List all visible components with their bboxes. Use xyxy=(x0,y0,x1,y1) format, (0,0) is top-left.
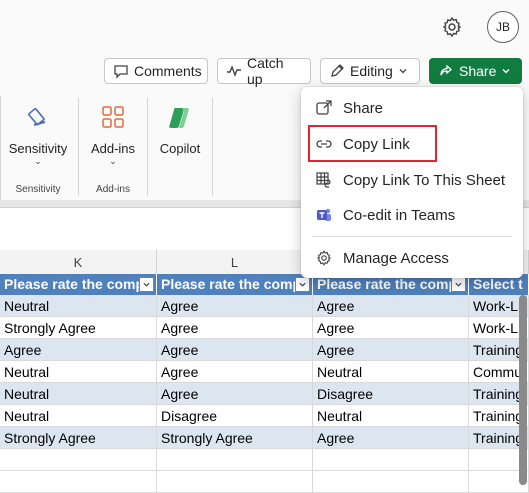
table-cell[interactable]: Agree xyxy=(157,361,313,383)
filter-dropdown-icon[interactable] xyxy=(295,277,310,292)
table-row xyxy=(0,449,529,471)
table-cell[interactable] xyxy=(313,471,469,493)
chevron-down-icon: ⌄ xyxy=(109,156,117,166)
table-header-cell[interactable]: Please rate the comp xyxy=(0,274,157,295)
table-cell[interactable]: Disagree xyxy=(157,405,313,427)
ribbon-divider xyxy=(147,98,148,196)
header-text: Please rate the comp xyxy=(317,276,458,292)
settings-gear-icon[interactable] xyxy=(440,15,464,39)
chevron-down-icon: ⌄ xyxy=(34,156,42,166)
sensitivity-group-label: Sensitivity xyxy=(15,184,61,195)
table-cell[interactable] xyxy=(157,471,313,493)
catch-up-label: Catch up xyxy=(247,55,284,87)
table-cell[interactable]: Agree xyxy=(157,339,313,361)
ribbon-divider xyxy=(212,98,213,196)
table-header-cell[interactable]: Please rate the comp xyxy=(157,274,313,295)
copy-link-highlight-box xyxy=(308,125,437,162)
table-cell[interactable]: Neutral xyxy=(0,295,157,317)
copilot-button[interactable]: Copilot xyxy=(152,104,208,156)
header-text: Please rate the comp xyxy=(161,276,302,292)
table-cell[interactable] xyxy=(0,471,157,493)
table-cell[interactable]: Agree xyxy=(157,295,313,317)
menu-item-label: Co-edit in Teams xyxy=(343,206,456,224)
data-table: Please rate the comp Please rate the com… xyxy=(0,274,529,493)
table-row: Neutral Agree Agree Work-L xyxy=(0,295,529,317)
sensitivity-icon xyxy=(28,108,46,126)
catch-up-button[interactable]: Catch up xyxy=(217,55,311,87)
share-label: Share xyxy=(459,63,497,79)
column-header-l[interactable]: L xyxy=(157,250,313,274)
table-row: Neutral Agree Disagree Training xyxy=(0,383,529,405)
chevron-down-icon xyxy=(399,69,407,74)
table-cell[interactable] xyxy=(157,449,313,471)
share-button[interactable]: Share xyxy=(429,58,522,84)
table-row: Strongly Agree Strongly Agree Agree Trai… xyxy=(0,427,529,449)
pencil-icon xyxy=(331,64,344,77)
menu-separator xyxy=(312,236,512,237)
table-cell[interactable]: Neutral xyxy=(313,405,469,427)
share-icon xyxy=(440,64,452,76)
editing-mode-button[interactable]: Editing xyxy=(320,58,420,84)
table-cell[interactable]: Agree xyxy=(313,317,469,339)
table-row xyxy=(0,471,529,493)
menu-item-label: Copy Link To This Sheet xyxy=(343,171,506,189)
copilot-label: Copilot xyxy=(159,141,201,156)
avatar[interactable]: JB xyxy=(487,11,519,43)
filter-dropdown-icon[interactable] xyxy=(139,277,154,292)
menu-item-share[interactable]: Share xyxy=(301,91,523,125)
menu-item-label: Share xyxy=(343,99,384,117)
menu-item-copy-link-to-sheet[interactable]: Copy Link To This Sheet xyxy=(301,163,523,197)
table-cell[interactable]: Neutral xyxy=(0,361,157,383)
comments-button[interactable]: Comments xyxy=(104,58,208,84)
table-cell[interactable] xyxy=(313,449,469,471)
vertical-scrollbar[interactable] xyxy=(519,295,527,485)
table-cell[interactable]: Strongly Agree xyxy=(157,427,313,449)
table-cell[interactable]: Neutral xyxy=(0,405,157,427)
header-text: Please rate the comp xyxy=(4,276,145,292)
table-row: Neutral Disagree Neutral Training xyxy=(0,405,529,427)
add-ins-group-label: Add-ins xyxy=(96,184,130,195)
pulse-icon xyxy=(227,65,241,77)
menu-item-manage-access[interactable]: Manage Access xyxy=(301,241,523,275)
menu-item-co-edit-teams[interactable]: Co-edit in Teams xyxy=(301,198,523,232)
table-row: Neutral Agree Neutral Commu xyxy=(0,361,529,383)
teams-icon xyxy=(313,206,335,224)
add-ins-icon xyxy=(102,106,124,128)
table-cell[interactable]: Strongly Agree xyxy=(0,317,157,339)
table-row: Strongly Agree Agree Agree Work-L xyxy=(0,317,529,339)
filter-dropdown-icon[interactable] xyxy=(451,277,466,292)
share-icon xyxy=(313,99,335,117)
add-ins-label: Add-ins xyxy=(90,141,136,156)
sensitivity-button[interactable]: Sensitivity ⌄ xyxy=(2,104,74,167)
table-cell[interactable]: Agree xyxy=(313,427,469,449)
comment-icon xyxy=(114,65,128,79)
share-menu: Share Copy Link Copy Link To This Sheet … xyxy=(301,87,523,278)
column-header-k[interactable]: K xyxy=(0,250,157,274)
ribbon-divider xyxy=(0,96,1,200)
table-cell[interactable]: Neutral xyxy=(313,361,469,383)
ribbon-divider xyxy=(78,98,79,196)
sheet-link-icon xyxy=(313,171,335,189)
table-cell[interactable]: Agree xyxy=(157,317,313,339)
sensitivity-label: Sensitivity xyxy=(8,141,68,156)
table-cell[interactable]: Agree xyxy=(313,339,469,361)
menu-item-label: Manage Access xyxy=(343,249,449,267)
table-row: Agree Agree Agree Training xyxy=(0,339,529,361)
table-cell[interactable] xyxy=(0,449,157,471)
add-ins-button[interactable]: Add-ins ⌄ xyxy=(82,104,144,167)
table-cell[interactable]: Agree xyxy=(313,295,469,317)
copilot-icon xyxy=(169,108,189,128)
header-text: Select t xyxy=(473,276,523,292)
table-cell[interactable]: Neutral xyxy=(0,383,157,405)
comments-label: Comments xyxy=(134,63,202,79)
editing-label: Editing xyxy=(350,63,393,79)
chevron-down-icon xyxy=(502,69,510,74)
table-cell[interactable]: Disagree xyxy=(313,383,469,405)
table-cell[interactable]: Agree xyxy=(157,383,313,405)
gear-icon xyxy=(313,249,335,267)
table-cell[interactable]: Strongly Agree xyxy=(0,427,157,449)
table-cell[interactable]: Agree xyxy=(0,339,157,361)
